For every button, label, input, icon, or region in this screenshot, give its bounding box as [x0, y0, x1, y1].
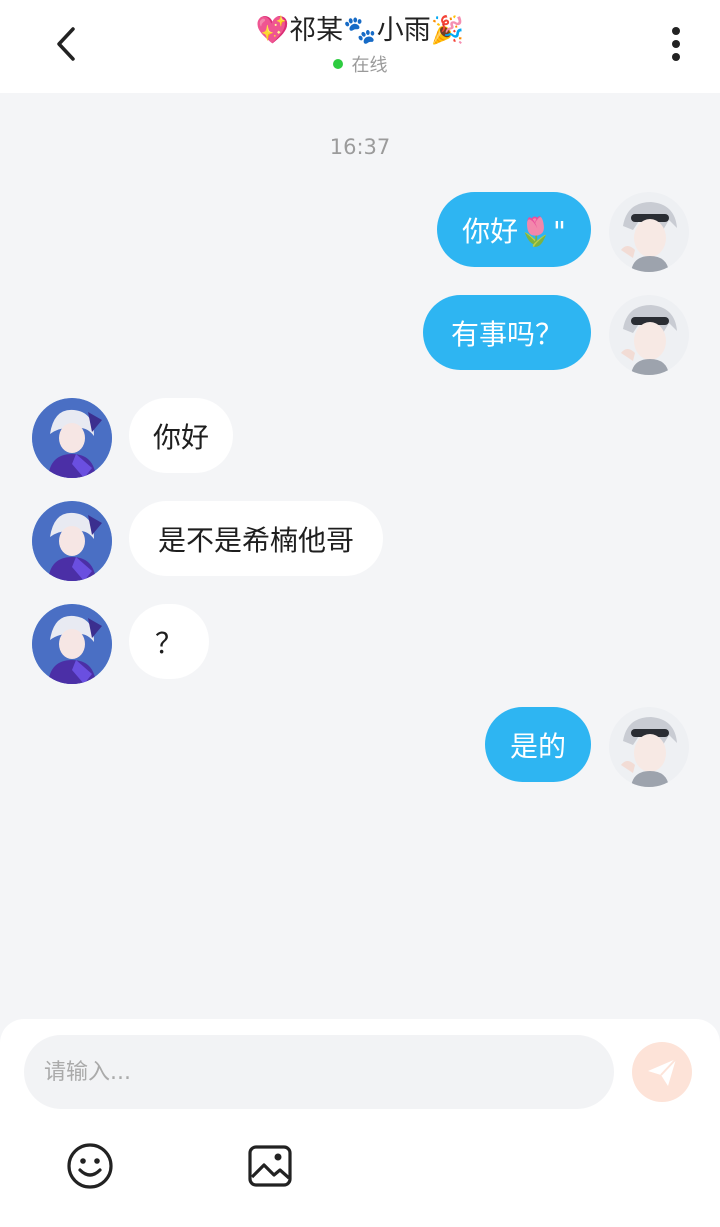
contact-avatar[interactable] [32, 604, 112, 684]
contact-avatar-image [32, 398, 112, 478]
contact-avatar-image [32, 501, 112, 581]
message-input[interactable] [24, 1035, 614, 1109]
emoji-smile-icon [67, 1143, 113, 1189]
my-avatar-image [609, 295, 689, 375]
message-bubble-outgoing[interactable]: 你好🌷" [437, 192, 591, 267]
send-button[interactable] [632, 1042, 692, 1102]
composer-panel [0, 1019, 720, 1227]
message-bubble-incoming[interactable]: 是不是希楠他哥 [129, 501, 383, 576]
message-timestamp: 16:37 [329, 135, 391, 159]
more-options-button[interactable] [656, 22, 696, 66]
online-status: 在线 [0, 51, 720, 77]
my-avatar-image [609, 707, 689, 787]
contact-avatar[interactable] [32, 398, 112, 478]
message-bubble-incoming[interactable]: 你好 [129, 398, 233, 473]
message-bubble-outgoing[interactable]: 是的 [485, 707, 591, 782]
contact-name: 💖祁某🐾小雨🎉 [255, 15, 465, 46]
chat-header: 💖祁某🐾小雨🎉 在线 [0, 0, 720, 93]
my-avatar[interactable] [609, 295, 689, 375]
my-avatar[interactable] [609, 707, 689, 787]
paper-plane-icon [648, 1058, 677, 1086]
contact-avatar-image [32, 604, 112, 684]
emoji-button[interactable] [65, 1141, 115, 1191]
contact-avatar[interactable] [32, 501, 112, 581]
my-avatar-image [609, 192, 689, 272]
my-avatar[interactable] [609, 192, 689, 272]
online-dot [332, 59, 343, 69]
message-bubble-incoming[interactable]: ？ [129, 604, 209, 679]
message-bubble-outgoing[interactable]: 有事吗？ [423, 295, 591, 370]
image-button[interactable] [245, 1141, 295, 1191]
online-status-label: 在线 [351, 55, 388, 76]
image-icon [248, 1145, 292, 1187]
more-vertical-icon [672, 27, 680, 61]
